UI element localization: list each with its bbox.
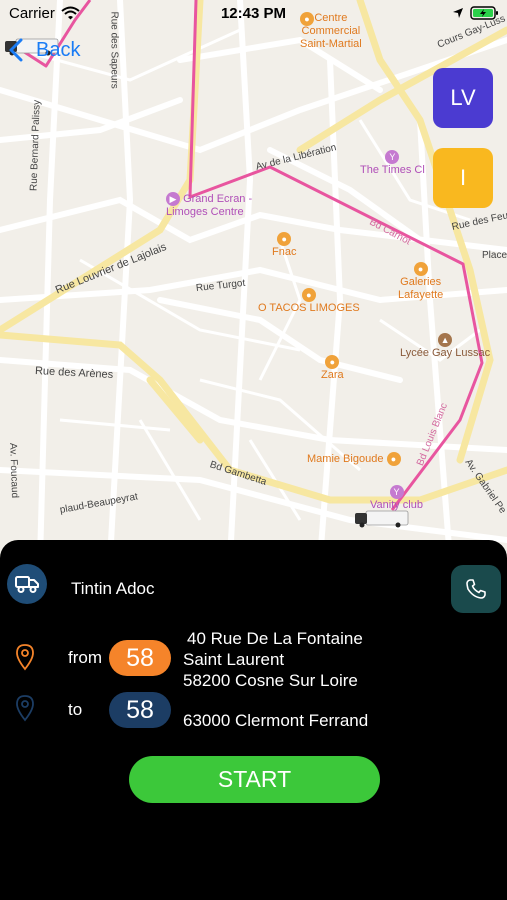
poi-label: Galeries Lafayette [398,276,444,301]
clock: 12:43 PM [220,5,287,22]
restaurant-icon: ● [386,452,401,466]
cinema-icon: ▶ [166,192,180,206]
bar-icon: Y [385,150,400,164]
to-label: to [68,700,83,719]
poi-label: Lycée Gay Lussac [400,347,491,359]
truck-marker-icon[interactable] [354,508,409,528]
poi-label: Zara [321,369,344,381]
location-arrow-icon [453,8,463,18]
poi-mamie-bigoude[interactable]: Mamie Bigoude ● [307,452,401,466]
i-button[interactable]: I [433,148,493,208]
from-address-line1: 40 Rue De La Fontaine [187,629,363,648]
poi-lycee[interactable]: ▲ Lycée Gay Lussac [400,333,490,360]
poi-zara[interactable]: ● Zara [321,355,344,382]
to-department-badge: 58 [109,692,171,728]
driver-name: Tintin Adoc [71,579,155,598]
restaurant-icon: ● [301,288,316,302]
back-label: Back [36,38,81,61]
poi-grand-ecran[interactable]: ▶ Grand Ecran - Limoges Centre [166,192,252,219]
destination-pin-icon [16,695,34,722]
shopping-icon: ● [277,232,292,246]
street-label: Av. Foucaud [7,442,21,499]
poi-the-times[interactable]: Y The Times Cl [360,150,425,177]
truck-icon [7,564,47,604]
bar-icon: Y [389,485,404,499]
poi-galeries-lafayette[interactable]: ● Galeries Lafayette [398,262,443,302]
from-address-line3: 58200 Cosne Sur Loire [183,671,358,690]
i-label: I [459,165,467,190]
to-badge-value: 58 [126,695,154,724]
back-button[interactable]: Back [8,38,80,62]
poi-o-tacos[interactable]: ● O TACOS LIMOGES [258,288,360,315]
school-icon: ▲ [438,333,453,347]
from-department-badge: 58 [109,640,171,676]
shopping-icon: ● [413,262,428,276]
start-button[interactable]: START [129,756,380,803]
poi-label: The Times Cl [360,164,425,176]
chevron-left-icon [9,38,23,62]
from-label: from [68,648,102,667]
lv-label: LV [450,85,476,110]
status-bar: Carrier 12:43 PM [0,0,507,28]
battery-icon [470,6,498,20]
origin-pin-icon [16,644,34,671]
to-address: 63000 Clermont Ferrand [183,711,369,730]
poi-label: Fnac [272,246,297,258]
lv-button[interactable]: LV [433,68,493,128]
from-badge-value: 58 [126,643,154,672]
from-address-line2: Saint Laurent [183,650,285,669]
phone-icon [466,579,486,599]
from-address: 40 Rue De La Fontaine Saint Laurent 5820… [183,628,363,691]
poi-label: Mamie Bigoude [307,452,384,465]
shopping-icon: ● [325,355,340,369]
street-label: Place [482,250,507,261]
poi-fnac[interactable]: ● Fnac [272,232,296,259]
map-view[interactable]: Rue des Sapeurs Rue Bernard Palissy Rue … [0,0,507,560]
call-button[interactable] [451,565,501,613]
poi-label: O TACOS LIMOGES [258,302,360,314]
